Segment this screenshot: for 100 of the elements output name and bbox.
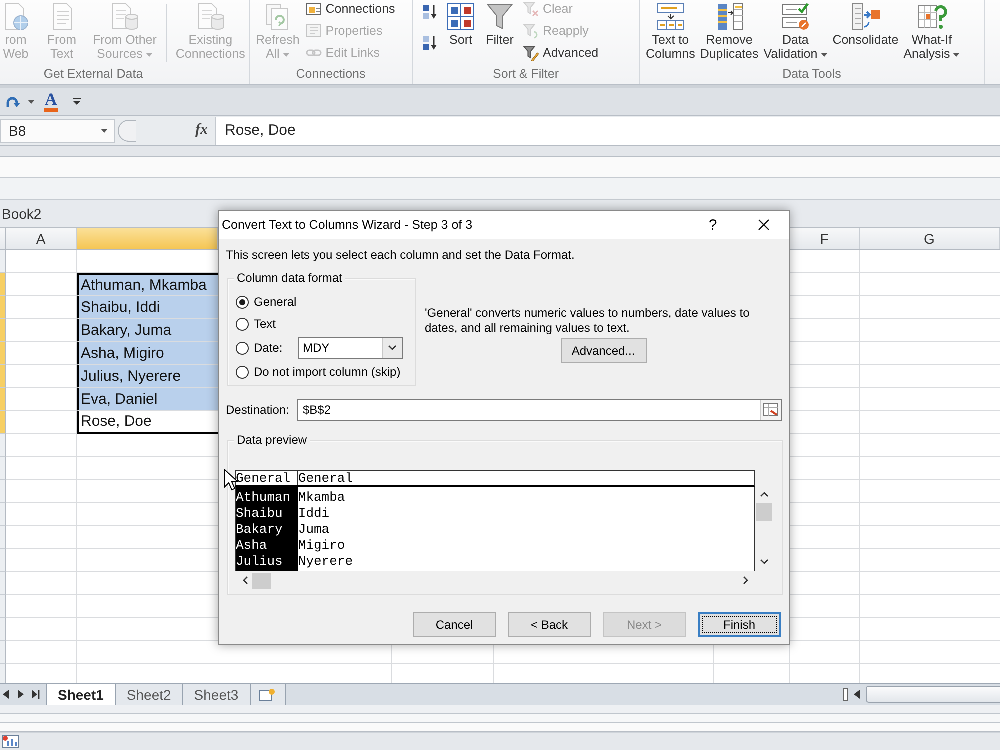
preview-cell-text: Athuman (236, 490, 292, 506)
ribbon-button[interactable]: What-If Analysis (902, 0, 962, 61)
scroll-left-icon (2, 690, 10, 699)
row-header[interactable] (0, 503, 6, 526)
insert-sheet-tab[interactable] (250, 684, 286, 705)
preview-cell-text: Mkamba (298, 490, 346, 506)
preview-column[interactable]: Athuman Shaibu Bakary Asha Julius (236, 487, 298, 571)
row-header[interactable] (0, 595, 6, 618)
sheet-tab[interactable]: Sheet2 (116, 684, 184, 705)
properties-icon (306, 23, 322, 39)
advanced-button[interactable]: Advanced... (560, 338, 646, 363)
caret-icon (28, 100, 35, 104)
row-header[interactable] (0, 664, 6, 683)
scroll-right-icon (17, 690, 25, 699)
option-label[interactable]: Text (254, 317, 276, 331)
column-header[interactable]: G (860, 228, 1000, 249)
funnel-pencil-icon (523, 45, 539, 61)
scroll-thumb[interactable] (252, 572, 271, 588)
row-header[interactable] (0, 641, 6, 664)
preview-cell-text: Juma (298, 522, 331, 538)
bar-chart-icon (2, 734, 20, 748)
scroll-thumb[interactable] (756, 503, 772, 521)
ribbon-button[interactable]: Sort (445, 0, 477, 47)
database-page-icon (110, 2, 140, 32)
sheet-cell[interactable]: Athuman, Mkamba (77, 273, 218, 296)
range-select-icon (763, 403, 779, 417)
ribbon-button[interactable]: Text to Columns (645, 0, 696, 61)
customize-menu-icon (73, 98, 82, 105)
caret-icon (101, 128, 108, 132)
ribbon-button[interactable]: Filter (484, 0, 516, 47)
row-header[interactable] (0, 388, 6, 411)
chevron-right-icon (743, 576, 749, 585)
preview-column[interactable]: Mkamba Iddi Juma Migiro Nyerere (298, 487, 754, 571)
group-label: Data Tools (782, 66, 842, 83)
radio-button[interactable] (236, 366, 249, 378)
ribbon-button[interactable] (422, 3, 438, 21)
row-header[interactable] (0, 319, 6, 342)
column-header[interactable] (77, 228, 218, 249)
row-header[interactable] (0, 250, 6, 273)
splitter-handle[interactable] (118, 120, 136, 142)
scroll-thumb[interactable] (866, 686, 1000, 703)
font-color-button[interactable]: A (42, 92, 60, 112)
option-label[interactable]: General (254, 295, 297, 309)
row-header[interactable] (0, 526, 6, 549)
preview-cell-text: Migiro (298, 538, 346, 554)
insert-function-button[interactable]: fx (194, 122, 210, 139)
row-header[interactable] (0, 273, 6, 296)
sort-descending-icon (422, 35, 438, 51)
row-header[interactable] (0, 572, 6, 595)
date-format-dropdown[interactable]: MDY (298, 337, 403, 359)
back-button[interactable]: < Back (508, 612, 591, 637)
sheet-cell[interactable]: Shaibu, Iddi (77, 296, 218, 319)
ribbon-button[interactable]: Remove Duplicates (699, 0, 760, 61)
row-header[interactable] (0, 296, 6, 319)
formula-input[interactable]: Rose, Doe (215, 116, 1000, 144)
help-button[interactable]: ? (698, 212, 728, 238)
destination-label: Destination: (226, 403, 290, 417)
chevron-down-icon (388, 345, 397, 351)
finish-button[interactable]: Finish (698, 612, 781, 637)
option-label[interactable]: Do not import column (skip) (254, 365, 401, 379)
sheet-cell[interactable]: Asha, Migiro (77, 342, 218, 365)
group-label: Data preview (234, 432, 310, 448)
radio-button[interactable] (236, 318, 249, 330)
row-header[interactable] (0, 411, 6, 434)
split-handle[interactable] (843, 688, 848, 701)
cancel-button[interactable]: Cancel (413, 612, 496, 637)
option-label[interactable]: Date: (254, 341, 298, 355)
ribbon-button[interactable]: Advanced (523, 44, 599, 62)
ribbon-button[interactable]: Consolidate (832, 0, 900, 47)
sheet-cell[interactable]: Eva, Daniel (77, 388, 218, 411)
sheet-tab[interactable]: Sheet3 (183, 684, 251, 705)
workbook-title: Book2 (2, 206, 42, 222)
row-header[interactable] (0, 342, 6, 365)
sheet-cell[interactable]: Rose, Doe (77, 411, 218, 434)
sheet-cell[interactable]: Julius, Nyerere (77, 365, 218, 388)
ribbon-button[interactable]: Connections (306, 0, 396, 18)
radio-button[interactable] (236, 342, 249, 354)
ribbon-button[interactable]: Data Validation (762, 0, 829, 61)
sheet-tab[interactable]: Sheet1 (46, 684, 116, 705)
destination-field[interactable]: $B$2 (297, 399, 782, 421)
preview-cell-text: Asha (236, 538, 268, 554)
row-header[interactable] (0, 480, 6, 503)
connections-icon (306, 1, 322, 17)
ribbon-button[interactable] (422, 34, 438, 52)
dialog-title: Convert Text to Columns Wizard - Step 3 of 3 (222, 218, 474, 232)
row-header[interactable] (0, 457, 6, 480)
validation-check-icon (780, 2, 811, 32)
sort-ascending-icon (422, 4, 438, 20)
group-label: Connections (295, 66, 367, 83)
row-header[interactable] (0, 549, 6, 572)
range-picker-button[interactable] (760, 400, 781, 420)
column-header[interactable]: General (298, 471, 754, 485)
row-header[interactable] (0, 434, 6, 457)
sheet-cell[interactable]: Bakary, Juma (77, 319, 218, 342)
radio-button[interactable] (236, 296, 249, 308)
format-description: 'General' converts numeric values to numbers, date values to dates, and all remaining values to text. (425, 306, 751, 336)
row-header[interactable] (0, 618, 6, 641)
name-box[interactable]: B8 (0, 118, 115, 142)
split-columns-icon (656, 2, 686, 32)
row-header[interactable] (0, 365, 6, 388)
